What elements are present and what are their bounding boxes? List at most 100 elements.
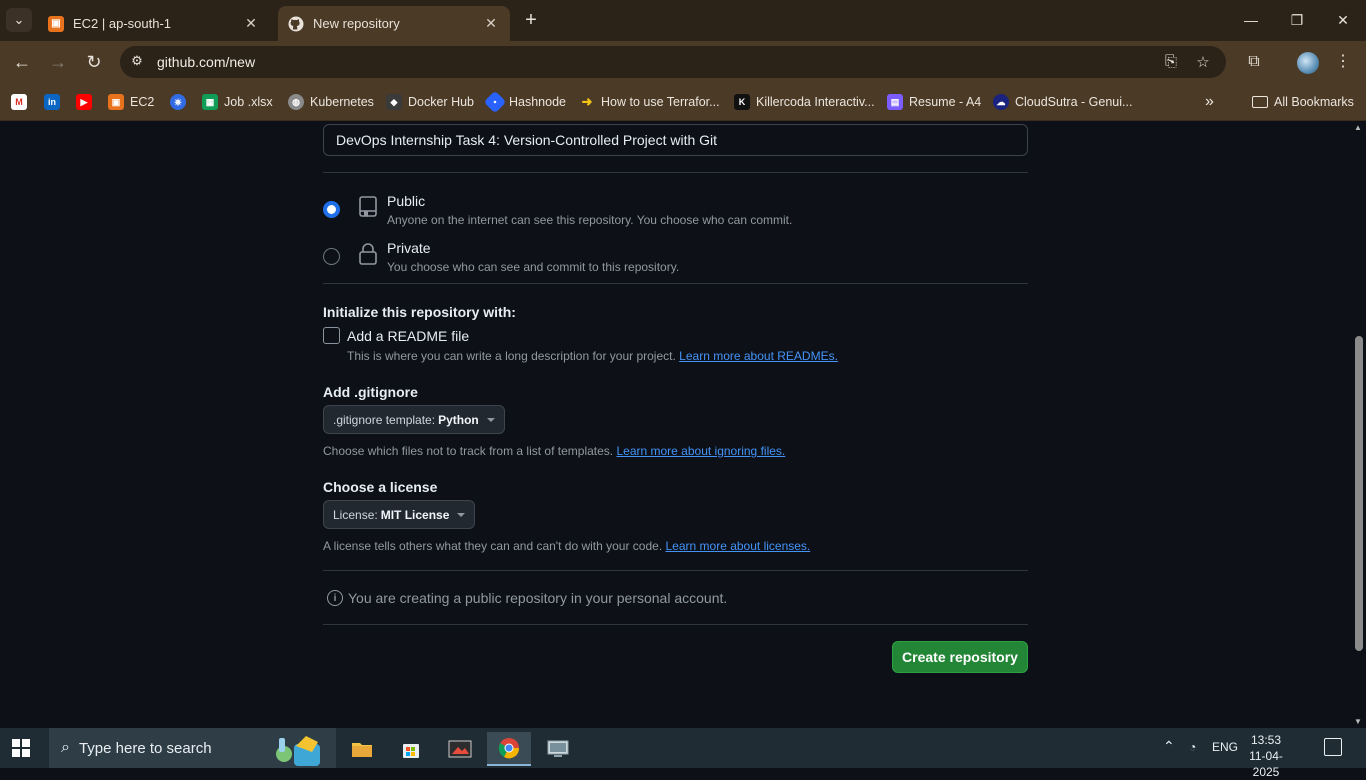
tab-search-chevron-icon[interactable]: ⌄ bbox=[6, 8, 32, 32]
caret-down-icon bbox=[486, 417, 495, 422]
license-heading: Choose a license bbox=[323, 479, 438, 495]
more-bookmarks-chevron-icon[interactable]: » bbox=[1205, 92, 1214, 112]
scroll-up-icon[interactable]: ▲ bbox=[1354, 123, 1362, 132]
bookmark-docker-hub[interactable]: ◆ Docker Hub bbox=[386, 92, 474, 112]
bookmark-kubernetes[interactable]: ◍ Kubernetes bbox=[288, 92, 374, 112]
remote-desktop-icon[interactable] bbox=[536, 732, 580, 766]
menu-dots-icon[interactable]: ⋮ bbox=[1330, 49, 1356, 75]
add-readme-checkbox[interactable] bbox=[323, 327, 340, 344]
scroll-down-icon[interactable]: ▼ bbox=[1354, 717, 1362, 726]
bookmark-job-xlsx[interactable]: ▦ Job .xlsx bbox=[202, 92, 273, 112]
gmail-icon: M bbox=[11, 94, 27, 110]
divider bbox=[323, 172, 1028, 173]
gitignore-hint: Choose which files not to track from a l… bbox=[323, 444, 786, 458]
file-explorer-icon[interactable] bbox=[340, 732, 384, 766]
tab-title: New repository bbox=[313, 16, 400, 31]
add-readme-label[interactable]: Add a README file bbox=[347, 328, 469, 344]
divider bbox=[323, 624, 1028, 625]
kubernetes-blue-icon: ⎈ bbox=[170, 94, 186, 110]
bookmark-star-icon[interactable]: ☆ bbox=[1193, 53, 1213, 71]
learn-ignoring-files-link[interactable]: Learn more about ignoring files. bbox=[616, 444, 785, 458]
extensions-puzzle-icon[interactable]: ⧉ bbox=[1241, 49, 1267, 75]
notifications-icon[interactable] bbox=[1324, 738, 1342, 756]
public-radio[interactable] bbox=[323, 201, 340, 218]
bookmark-hashnode[interactable]: • Hashnode bbox=[483, 90, 566, 114]
tray-chevron-up-icon[interactable]: ⌃ bbox=[1163, 738, 1175, 755]
gitignore-template-select[interactable]: .gitignore template: Python bbox=[323, 405, 505, 434]
scrollbar-thumb[interactable] bbox=[1355, 336, 1363, 651]
system-clock[interactable]: 13:53 11-04-2025 bbox=[1240, 732, 1292, 780]
url-text[interactable]: github.com/new bbox=[157, 54, 255, 70]
language-indicator[interactable]: ENG bbox=[1212, 740, 1238, 754]
public-description: Anyone on the internet can see this repo… bbox=[387, 213, 793, 227]
all-bookmarks[interactable]: All Bookmarks bbox=[1252, 92, 1354, 112]
network-icon[interactable]: ◔ bbox=[1189, 740, 1196, 754]
learn-licenses-link[interactable]: Learn more about licenses. bbox=[666, 539, 811, 553]
taskbar-search-box[interactable]: ⌕ Type here to search bbox=[49, 728, 336, 768]
gitignore-heading: Add .gitignore bbox=[323, 384, 418, 400]
search-highlight-illustration-icon bbox=[270, 732, 328, 766]
info-icon: i bbox=[327, 590, 343, 606]
bookmarks-bar: M in ▶ ▣ EC2 ⎈ ▦ Job .xlsx ◍ Kubernetes ◆ Do… bbox=[0, 83, 1366, 121]
install-app-icon[interactable]: ⎘ bbox=[1161, 53, 1181, 71]
bookmark-gmail[interactable]: M bbox=[11, 92, 33, 112]
repo-description-input[interactable] bbox=[323, 124, 1028, 156]
search-icon: ⌕ bbox=[61, 739, 70, 756]
close-window-icon[interactable]: ✕ bbox=[1320, 8, 1366, 32]
globe-icon: ◍ bbox=[288, 94, 304, 110]
caret-down-icon bbox=[457, 512, 466, 517]
cloudsutra-icon: ☁ bbox=[993, 94, 1009, 110]
private-title: Private bbox=[387, 240, 431, 256]
chrome-icon[interactable] bbox=[487, 732, 531, 766]
readme-hint: This is where you can write a long descr… bbox=[347, 349, 838, 363]
reload-icon[interactable]: ↻ bbox=[81, 49, 107, 75]
tab-ec2[interactable]: ▣ EC2 | ap-south-1 ✕ bbox=[38, 6, 270, 41]
linkedin-icon: in bbox=[44, 94, 60, 110]
site-info-icon[interactable]: ⚙ bbox=[128, 53, 146, 71]
bookmark-cloudsutra[interactable]: ☁ CloudSutra - Genui... bbox=[993, 92, 1132, 112]
page-content: Public Anyone on the internet can see th… bbox=[0, 121, 1366, 728]
tab-new-repository[interactable]: New repository ✕ bbox=[278, 6, 510, 41]
github-icon bbox=[288, 16, 304, 32]
create-repository-button[interactable]: Create repository bbox=[892, 641, 1028, 673]
address-bar[interactable]: ⚙ github.com/new ⎘ ☆ bbox=[120, 46, 1226, 78]
license-select[interactable]: License: MIT License bbox=[323, 500, 476, 529]
init-heading: Initialize this repository with: bbox=[323, 304, 516, 320]
lock-icon bbox=[357, 242, 379, 266]
docker-icon: ◆ bbox=[386, 94, 402, 110]
close-tab-icon[interactable]: ✕ bbox=[482, 15, 500, 32]
folder-icon bbox=[1252, 96, 1268, 108]
bookmark-youtube[interactable]: ▶ bbox=[76, 92, 98, 112]
bookmark-kubernetes-blue[interactable]: ⎈ bbox=[170, 92, 192, 112]
minimize-icon[interactable]: — bbox=[1228, 8, 1274, 32]
aws-ec2-icon: ▣ bbox=[108, 94, 124, 110]
microsoft-store-icon[interactable] bbox=[389, 732, 433, 766]
sheets-icon: ▦ bbox=[202, 94, 218, 110]
bookmark-linkedin[interactable]: in bbox=[44, 92, 66, 112]
profile-avatar[interactable] bbox=[1297, 52, 1319, 74]
new-tab-plus-icon[interactable]: + bbox=[520, 9, 542, 31]
bookmark-ec2[interactable]: ▣ EC2 bbox=[108, 92, 154, 112]
browser-toolbar: ← → ↻ ⚙ github.com/new ⎘ ☆ ⧉ ⋮ bbox=[0, 41, 1366, 83]
forward-arrow-icon[interactable]: → bbox=[45, 49, 71, 75]
private-radio[interactable] bbox=[323, 248, 340, 265]
tab-title: EC2 | ap-south-1 bbox=[73, 16, 172, 31]
bookmark-killercoda[interactable]: K Killercoda Interactiv... bbox=[734, 92, 875, 112]
killercoda-icon: K bbox=[734, 94, 750, 110]
aws-ec2-icon: ▣ bbox=[48, 15, 64, 32]
back-arrow-icon[interactable]: ← bbox=[9, 49, 35, 75]
close-tab-icon[interactable]: ✕ bbox=[242, 15, 260, 32]
bookmark-terraform[interactable]: ➜ How to use Terrafor... bbox=[579, 92, 720, 112]
info-notice: i You are creating a public repository i… bbox=[327, 590, 727, 606]
restore-icon[interactable]: ❐ bbox=[1274, 8, 1320, 32]
private-description: You choose who can see and commit to thi… bbox=[387, 260, 680, 274]
learn-readmes-link[interactable]: Learn more about READMEs. bbox=[679, 349, 838, 363]
bookmark-resume[interactable]: ▤ Resume - A4 bbox=[887, 92, 981, 112]
snipping-tool-icon[interactable] bbox=[438, 732, 482, 766]
arrow-icon: ➜ bbox=[581, 94, 593, 109]
page-scrollbar[interactable]: ▲ ▼ bbox=[1352, 121, 1366, 728]
tab-strip: ⌄ ▣ EC2 | ap-south-1 ✕ New repository ✕ … bbox=[0, 0, 1366, 41]
youtube-icon: ▶ bbox=[76, 94, 92, 110]
windows-taskbar: ⌕ Type here to search ⌃ ◔ ENG 13:53 11-0… bbox=[0, 728, 1366, 779]
windows-start-icon[interactable] bbox=[12, 739, 30, 757]
